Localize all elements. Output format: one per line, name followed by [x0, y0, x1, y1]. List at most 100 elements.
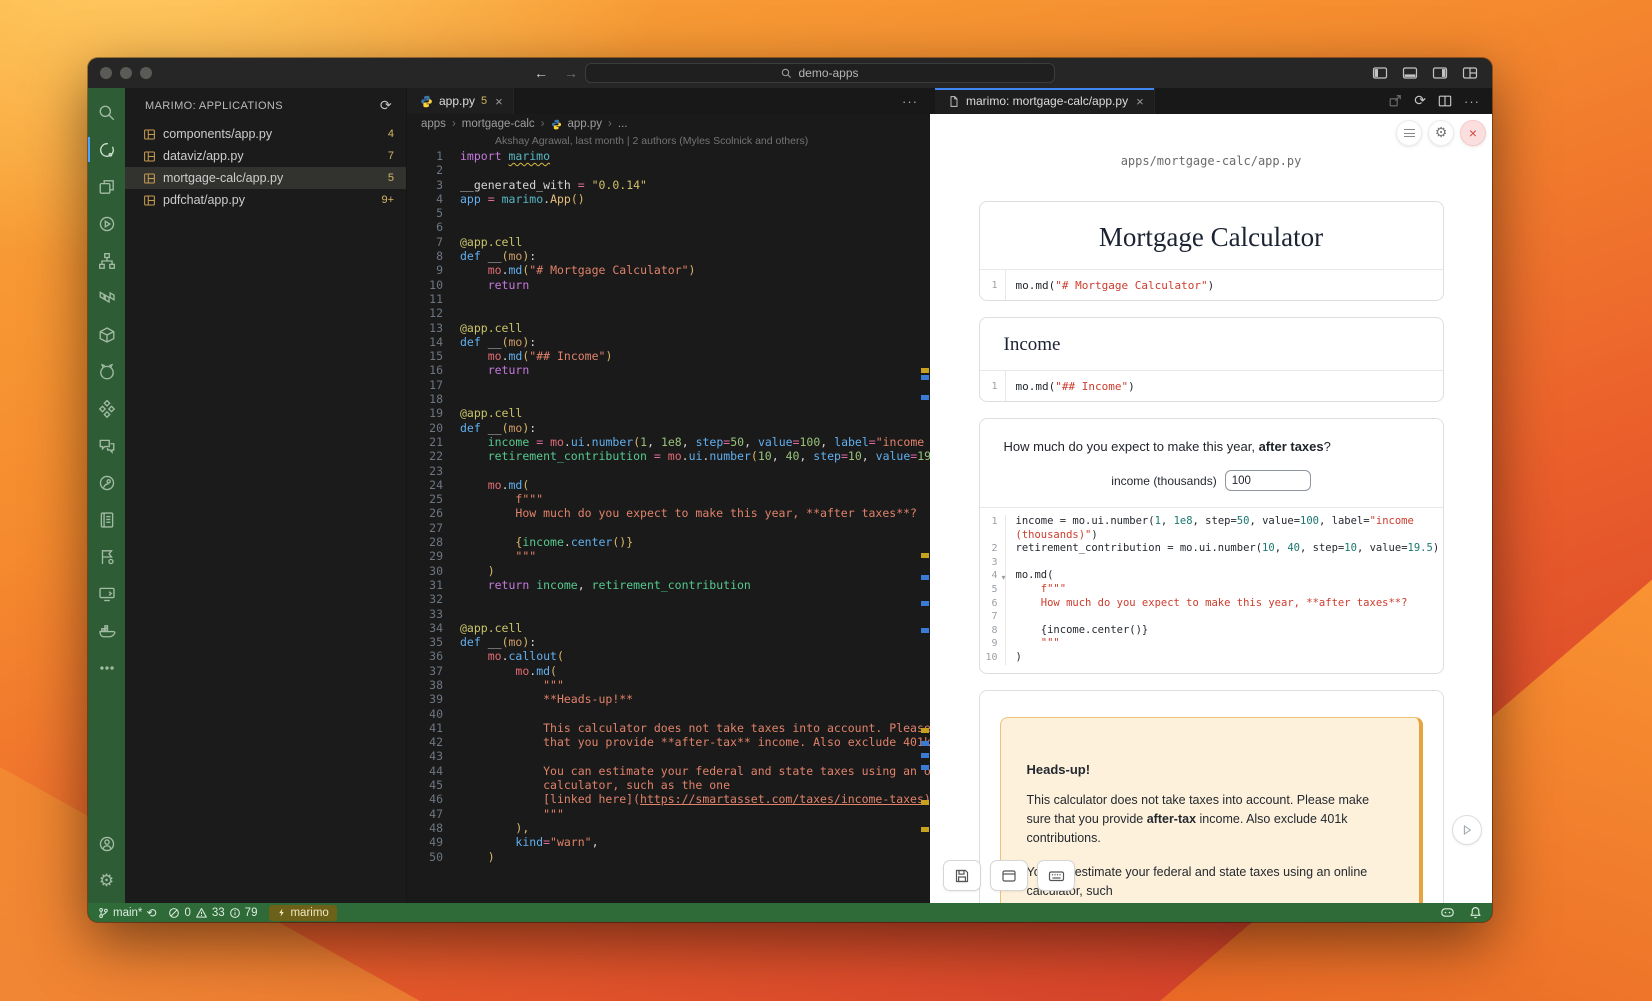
- git-branch-status[interactable]: main* ⟲: [98, 906, 156, 920]
- notebook-icon[interactable]: [88, 501, 125, 538]
- code-line: 44 You can estimate your federal and sta…: [407, 764, 930, 778]
- marimo-chip-label: marimo: [290, 907, 328, 919]
- forward-icon[interactable]: →: [564, 65, 578, 81]
- code-line: 48 ),: [407, 821, 930, 835]
- run-icon[interactable]: [88, 205, 125, 242]
- warning-count: 33: [212, 907, 225, 919]
- tab-app-py[interactable]: app.py 5 ×: [407, 88, 514, 114]
- hierarchy-icon[interactable]: [88, 242, 125, 279]
- terraform-icon[interactable]: [88, 279, 125, 316]
- code-line: 5: [407, 206, 930, 220]
- sidebar-marimo-applications: MARIMO: APPLICATIONS ⟳ components/app.py…: [125, 88, 407, 903]
- open-window-button[interactable]: [990, 860, 1028, 891]
- code-editor[interactable]: 1import marimo23__generated_with = "0.0.…: [407, 148, 930, 903]
- preview-code-line: (thousands)"): [980, 529, 1443, 543]
- notebook-file-icon: [143, 172, 156, 185]
- sidebar-item-mortgage-calc-app-py[interactable]: mortgage-calc/app.py5: [125, 167, 406, 189]
- toggle-primary-sidebar-icon[interactable]: [1372, 65, 1388, 81]
- keyboard-shortcuts-button[interactable]: [1037, 860, 1075, 891]
- minimize-window-button[interactable]: [120, 67, 132, 79]
- activity-bar: ⚙: [88, 88, 125, 903]
- run-app-button[interactable]: [1452, 815, 1482, 845]
- customize-layout-icon[interactable]: [1462, 65, 1478, 81]
- shutdown-button[interactable]: ×: [1460, 120, 1486, 146]
- preview-code-line: 10): [980, 651, 1443, 665]
- cell-card-title: Mortgage Calculator 1mo.md("# Mortgage C…: [979, 201, 1444, 301]
- code-line: 34@app.cell: [407, 621, 930, 635]
- preview-code-line: 1income = mo.ui.number(1, 1e8, step=50, …: [980, 515, 1443, 529]
- zoom-window-button[interactable]: [140, 67, 152, 79]
- problems-status[interactable]: 0 33 79: [168, 907, 257, 919]
- more-icon[interactable]: [88, 649, 125, 686]
- gear-icon: ⚙: [1435, 125, 1448, 141]
- marimo-status-chip[interactable]: marimo: [269, 905, 336, 921]
- back-icon[interactable]: ←: [534, 65, 548, 81]
- github-icon[interactable]: [88, 353, 125, 390]
- sidebar-item-components-app-py[interactable]: components/app.py4: [125, 123, 406, 145]
- code-line: 24 mo.md(: [407, 478, 930, 492]
- reload-icon[interactable]: ⟳: [1414, 93, 1426, 109]
- split-editor-icon[interactable]: [1438, 94, 1452, 108]
- toggle-panel-icon[interactable]: [1402, 65, 1418, 81]
- docker-icon[interactable]: [88, 612, 125, 649]
- code-line: 7@app.cell: [407, 235, 930, 249]
- sidebar-title: MARIMO: APPLICATIONS: [145, 100, 283, 112]
- tab-label: marimo: mortgage-calc/app.py: [966, 94, 1128, 108]
- keyboard-icon: [1048, 868, 1065, 884]
- error-icon: [168, 907, 180, 919]
- copilot-icon[interactable]: [1440, 906, 1455, 919]
- problem-count-badge: 4: [388, 128, 394, 140]
- code-line: 23: [407, 464, 930, 478]
- comments-icon[interactable]: [88, 427, 125, 464]
- account-icon[interactable]: [88, 825, 125, 862]
- settings-icon[interactable]: ⚙: [88, 862, 125, 899]
- remote-icon[interactable]: [88, 575, 125, 612]
- error-count: 0: [184, 907, 190, 919]
- search-icon[interactable]: [88, 94, 125, 131]
- more-actions-icon[interactable]: ···: [1464, 94, 1480, 109]
- sidebar-item-dataviz-app-py[interactable]: dataviz/app.py7: [125, 145, 406, 167]
- code-line: 6: [407, 220, 930, 234]
- code-line: 42 that you provide **after-tax** income…: [407, 735, 930, 749]
- command-center-search[interactable]: demo-apps: [585, 63, 1055, 83]
- code-line: 39 **Heads-up!**: [407, 692, 930, 706]
- test-flag-icon[interactable]: [88, 538, 125, 575]
- close-window-button[interactable]: [100, 67, 112, 79]
- marimo-icon[interactable]: [88, 131, 125, 168]
- sidebar-item-pdfchat-app-py[interactable]: pdfchat/app.py9+: [125, 189, 406, 211]
- diamonds-icon[interactable]: [88, 390, 125, 427]
- breadcrumb-folder[interactable]: mortgage-calc: [462, 118, 535, 130]
- refresh-icon[interactable]: ⟳: [380, 98, 392, 114]
- menu-button[interactable]: [1396, 120, 1422, 146]
- package-icon[interactable]: [88, 316, 125, 353]
- editor-more-actions-icon[interactable]: ···: [902, 94, 918, 109]
- file-label: pdfchat/app.py: [163, 193, 381, 207]
- income-number-input[interactable]: [1225, 470, 1311, 491]
- marimo-webview: ⚙ × apps/mortgage-calc/app.py Mortgage C…: [930, 114, 1492, 903]
- code-line: 18: [407, 392, 930, 406]
- save-button[interactable]: [943, 860, 981, 891]
- code-line: 3__generated_with = "0.0.14": [407, 178, 930, 192]
- bell-icon[interactable]: [1469, 906, 1482, 919]
- breadcrumb-apps[interactable]: apps: [421, 118, 446, 130]
- play-icon: [1461, 824, 1473, 836]
- git-branch-icon: [98, 907, 109, 919]
- breadcrumb-symbol[interactable]: ...: [618, 118, 628, 130]
- close-tab-icon[interactable]: ×: [1136, 94, 1144, 109]
- preview-code-line: 8 {income.center()}: [980, 624, 1443, 638]
- close-tab-icon[interactable]: ×: [495, 94, 503, 109]
- live-share-icon[interactable]: [88, 464, 125, 501]
- cell-card-income: Income 1mo.md("## Income"): [979, 317, 1444, 402]
- tab-marimo-preview[interactable]: marimo: mortgage-calc/app.py ×: [935, 88, 1155, 114]
- chevron-right-icon: ›: [608, 118, 612, 130]
- file-label: dataviz/app.py: [163, 149, 388, 163]
- toggle-secondary-sidebar-icon[interactable]: [1432, 65, 1448, 81]
- copy-files-icon[interactable]: [88, 168, 125, 205]
- breadcrumb-file[interactable]: app.py: [568, 118, 603, 130]
- callout-heading: Heads-up!: [1027, 762, 1393, 777]
- code-line: 11: [407, 292, 930, 306]
- settings-button[interactable]: ⚙: [1428, 120, 1454, 146]
- open-in-browser-icon[interactable]: [1388, 94, 1402, 108]
- vscode-window: ← → demo-apps ⚙ MARIMO: APPLICATIONS ⟳: [88, 58, 1492, 922]
- code-line: 27: [407, 521, 930, 535]
